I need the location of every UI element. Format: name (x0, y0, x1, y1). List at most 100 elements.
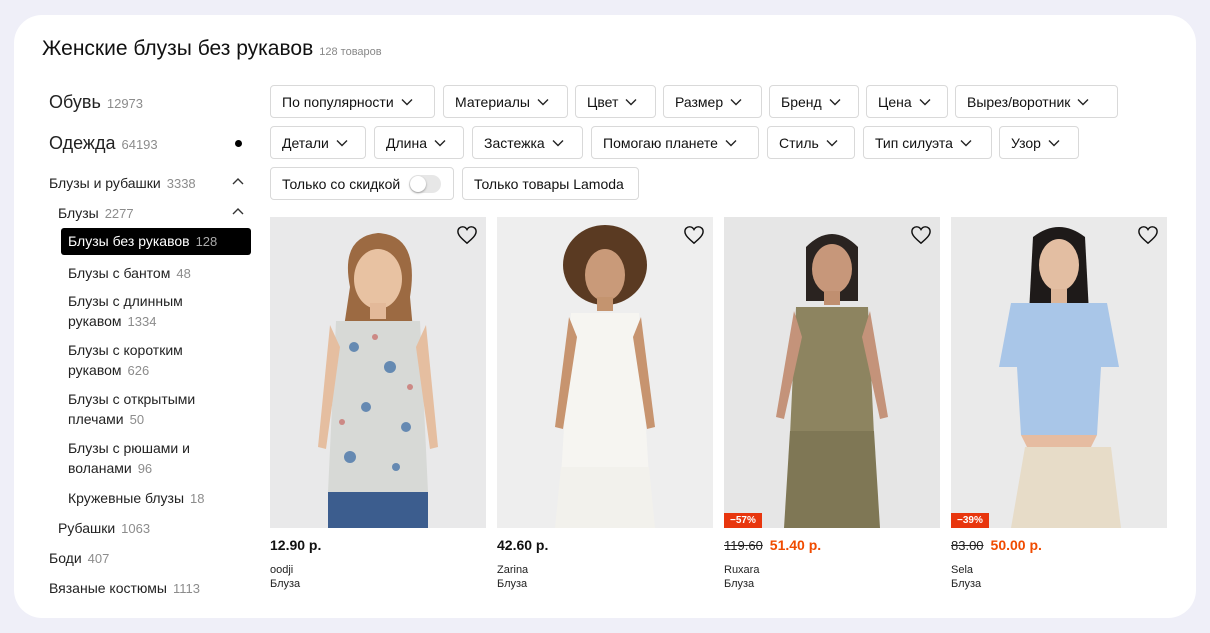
discount-only-toggle[interactable]: Только со скидкой (270, 167, 454, 200)
sidebar-item-label: Блузы без рукавов (68, 233, 190, 249)
sidebar-item-label: Одежда (49, 133, 116, 153)
filter-neckline[interactable]: Вырез/воротник (955, 85, 1118, 118)
sidebar-item-label: Блузы с коротким рукавом (68, 342, 183, 378)
heart-icon[interactable] (910, 225, 932, 245)
active-section-dot (235, 140, 242, 147)
chevron-down-icon (1048, 139, 1060, 146)
sidebar-item-long-sleeve[interactable]: Блузы с длинным рукавом 1334 (68, 292, 228, 331)
heart-icon[interactable] (683, 225, 705, 245)
lamoda-only-filter[interactable]: Только товары Lamoda (462, 167, 639, 200)
product-type: Блуза (724, 578, 755, 590)
product-card[interactable]: −57% 119.60 51.40 р. Ruxara Блуза (724, 217, 940, 590)
heart-icon[interactable] (1137, 225, 1159, 245)
sidebar-item-bow[interactable]: Блузы с бантом 48 (68, 265, 191, 281)
filter-label: Цвет (587, 93, 619, 110)
chevron-down-icon (625, 98, 637, 105)
sidebar-item-open-shoulders[interactable]: Блузы с открытыми плечами 50 (68, 390, 228, 429)
filter-label: Вырез/воротник (967, 93, 1071, 110)
product-brand: oodji (270, 564, 294, 576)
product-photo[interactable] (497, 217, 713, 528)
filter-color[interactable]: Цвет (575, 85, 656, 118)
chevron-down-icon (826, 139, 838, 146)
chevron-down-icon (537, 98, 549, 105)
product-card[interactable]: −39% 83.00 50.00 р. Sela Блуза (951, 217, 1167, 590)
product-card[interactable]: 42.60 р. Zarina Блуза (497, 217, 713, 590)
toggle-label: Только со скидкой (282, 175, 401, 192)
sidebar-item-count: 48 (176, 266, 191, 281)
sidebar-item-count: 407 (87, 551, 110, 566)
page-title: Женские блузы без рукавов 128 товаров (42, 37, 382, 61)
sidebar-item-label: Блузы с бантом (68, 265, 171, 281)
product-photo[interactable]: −57% (724, 217, 940, 528)
filter-brand[interactable]: Бренд (769, 85, 859, 118)
catalog-panel: Женские блузы без рукавов 128 товаров Обу… (14, 15, 1196, 618)
sidebar-item-ruffles[interactable]: Блузы с рюшами и воланами 96 (68, 439, 208, 478)
product-brand: Ruxara (724, 564, 760, 576)
sidebar-item-count: 50 (129, 411, 145, 427)
chevron-down-icon (725, 139, 737, 146)
toggle-switch[interactable] (409, 174, 442, 193)
sidebar-item-blouses-shirts[interactable]: Блузы и рубашки 3338 (49, 175, 196, 191)
filter-label: Тип силуэта (875, 134, 953, 151)
chevron-up-icon[interactable] (231, 205, 245, 219)
filter-label: Детали (282, 134, 329, 151)
sidebar-item-label: Блузы с длинным рукавом (68, 293, 183, 329)
filter-details[interactable]: Детали (270, 126, 366, 159)
sidebar-item-clothes[interactable]: Одежда 64193 (49, 133, 158, 154)
sidebar-item-bodysuits[interactable]: Боди 407 (49, 550, 109, 566)
chevron-down-icon (552, 139, 564, 146)
sidebar-item-count: 18 (190, 491, 205, 506)
chevron-down-icon (401, 98, 413, 105)
product-price: 51.40 р. (769, 537, 822, 553)
filter-style[interactable]: Стиль (767, 126, 855, 159)
product-photo[interactable] (270, 217, 486, 528)
filter-length[interactable]: Длина (374, 126, 464, 159)
sidebar-item-shoes[interactable]: Обувь 12973 (49, 92, 143, 113)
sidebar-item-shirts[interactable]: Рубашки 1063 (58, 520, 150, 536)
sidebar-item-count: 12973 (106, 96, 144, 111)
sidebar-item-label: Блузы (58, 205, 99, 221)
sidebar-item-label: Кружевные блузы (68, 490, 185, 506)
filter-fastener[interactable]: Застежка (472, 126, 583, 159)
filter-label: Бренд (781, 93, 822, 110)
sidebar-item-knit-suits[interactable]: Вязаные костюмы 1113 (49, 580, 200, 596)
product-price: 42.60 р. (497, 537, 549, 553)
filter-eco[interactable]: Помогаю планете (591, 126, 759, 159)
model-floral-blouse-image (318, 233, 438, 528)
page-title-text: Женские блузы без рукавов (42, 37, 314, 60)
sidebar-item-sleeveless-active[interactable]: Блузы без рукавов 128 (61, 228, 251, 255)
filter-label: Застежка (484, 134, 545, 151)
filter-label: Размер (675, 93, 724, 110)
product-type: Блуза (270, 578, 301, 590)
product-price: 50.00 р. (990, 537, 1042, 553)
sidebar-item-count: 1334 (127, 313, 157, 329)
filter-label: По популярности (282, 93, 394, 110)
price-row: 83.00 50.00 р. (951, 537, 1167, 555)
sidebar-item-label: Блузы с рюшами и воланами (68, 440, 190, 476)
discount-badge: −57% (724, 513, 762, 528)
chevron-up-icon[interactable] (231, 175, 245, 189)
chevron-down-icon (829, 98, 841, 105)
price-row: 12.90 р. (270, 537, 486, 555)
filter-silhouette[interactable]: Тип силуэта (863, 126, 992, 159)
filter-pattern[interactable]: Узор (999, 126, 1079, 159)
filter-sort[interactable]: По популярности (270, 85, 435, 118)
sidebar-item-label: Блузы и рубашки (49, 175, 161, 191)
sidebar-item-count: 1063 (121, 521, 151, 536)
product-type: Блуза (951, 578, 982, 590)
filter-label: Помогаю планете (603, 134, 718, 151)
heart-icon[interactable] (456, 225, 478, 245)
sidebar-item-lace[interactable]: Кружевные блузы 18 (68, 490, 205, 506)
chevron-down-icon (434, 139, 446, 146)
sidebar-item-short-sleeve[interactable]: Блузы с коротким рукавом 626 (68, 341, 228, 380)
sidebar-item-count: 96 (137, 460, 153, 476)
product-old-price: 83.00 (951, 538, 984, 553)
filter-label: Стиль (779, 134, 819, 151)
filter-size[interactable]: Размер (663, 85, 762, 118)
sidebar-item-blouses[interactable]: Блузы 2277 (58, 205, 134, 221)
product-card[interactable]: 12.90 р. oodji Блуза (270, 217, 486, 590)
page-item-count: 128 товаров (319, 46, 382, 58)
filter-price[interactable]: Цена (866, 85, 948, 118)
filter-materials[interactable]: Материалы (443, 85, 568, 118)
product-photo[interactable]: −39% (951, 217, 1167, 528)
